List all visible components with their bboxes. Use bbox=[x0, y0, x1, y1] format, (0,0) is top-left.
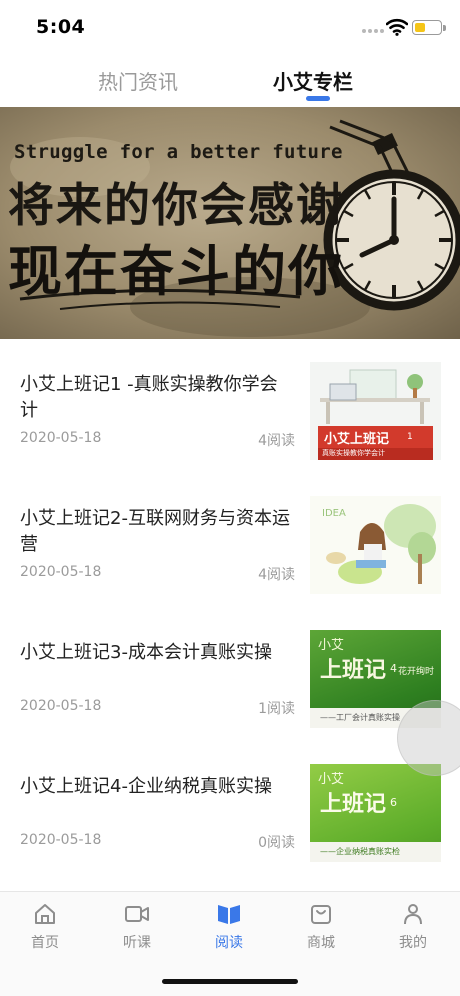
article-item[interactable]: 小艾上班记1 -真账实操教你学会计 2020-05-18 4阅读 小艾上班记 1… bbox=[0, 362, 460, 496]
tab-hot-news[interactable]: 热门资讯 bbox=[98, 66, 178, 95]
article-item[interactable]: 小艾上班记2-互联网财务与资本运营 2020-05-18 4阅读 IDEA bbox=[0, 496, 460, 630]
battery-cap bbox=[443, 25, 446, 31]
status-bar: 5:04 bbox=[0, 0, 460, 56]
article-date: 2020-05-18 bbox=[20, 430, 102, 446]
banner-english-slogan: Struggle for a better future bbox=[14, 141, 343, 163]
article-date: 2020-05-18 bbox=[20, 832, 102, 848]
status-time: 5:04 bbox=[36, 16, 86, 38]
thumb-title: 上班记 bbox=[320, 658, 387, 683]
thumb-title: 小艾上班记 bbox=[324, 432, 390, 447]
thumb-subtitle: ——企业纳税真账实检 bbox=[320, 847, 400, 856]
article-title: 小艾上班记4-企业纳税真账实操 bbox=[20, 776, 272, 797]
home-indicator[interactable] bbox=[162, 979, 298, 984]
thumb-extra: 花开绚时 bbox=[398, 667, 435, 677]
tab-xiaoai-column[interactable]: 小艾专栏 bbox=[273, 66, 353, 95]
article-thumbnail: 小艾 上班记 6 ——企业纳税真账实检 bbox=[310, 764, 441, 862]
thumb-title: 上班记 bbox=[320, 792, 387, 817]
cellular-signal-icon bbox=[362, 29, 384, 35]
shopping-bag-icon bbox=[311, 905, 331, 924]
article-thumbnail: IDEA bbox=[310, 496, 441, 594]
article-read-count: 4阅读 bbox=[258, 433, 295, 449]
nav-label: 我的 bbox=[399, 935, 427, 951]
video-camera-icon bbox=[125, 906, 149, 922]
battery-icon bbox=[412, 20, 442, 35]
banner[interactable]: Struggle for a better future 将来的你会感谢 现在奋… bbox=[0, 107, 460, 339]
nav-label: 商城 bbox=[307, 935, 335, 951]
banner-line2: 现在奋斗的你 bbox=[8, 240, 344, 303]
nav-item-reading[interactable]: 阅读 bbox=[199, 902, 259, 956]
nav-item-store[interactable]: 商城 bbox=[291, 902, 351, 956]
thumb-top-label: 小艾 bbox=[318, 772, 345, 787]
article-read-count: 0阅读 bbox=[258, 835, 295, 851]
article-date: 2020-05-18 bbox=[20, 564, 102, 580]
thumb-subtitle: ——工厂会计真账实操 bbox=[320, 713, 400, 722]
thumb-subtitle: 真账实操教你学会计 bbox=[322, 449, 385, 457]
nav-item-courses[interactable]: 听课 bbox=[107, 902, 167, 956]
nav-label: 听课 bbox=[123, 935, 151, 951]
article-title: 小艾上班记1 -真账实操教你学会计 bbox=[20, 374, 278, 421]
banner-line1: 将来的你会感谢 bbox=[8, 178, 344, 232]
thumb-top-label: 小艾 bbox=[318, 638, 345, 653]
article-item[interactable]: 小艾上班记4-企业纳税真账实操 2020-05-18 0阅读 小艾 上班记 6 … bbox=[0, 764, 460, 898]
open-book-icon bbox=[218, 905, 240, 924]
thumb-number: 1 bbox=[407, 432, 413, 442]
nav-item-mine[interactable]: 我的 bbox=[383, 902, 443, 956]
article-read-count: 4阅读 bbox=[258, 567, 295, 583]
article-title: 小艾上班记3-成本会计真账实操 bbox=[20, 642, 272, 663]
girl-reading-illustration: IDEA bbox=[310, 496, 441, 594]
article-thumbnail: 小艾上班记 1 真账实操教你学会计 bbox=[310, 362, 441, 460]
article-date: 2020-05-18 bbox=[20, 698, 102, 714]
person-icon bbox=[404, 904, 422, 925]
svg-text:IDEA: IDEA bbox=[322, 508, 346, 519]
nav-label: 首页 bbox=[31, 935, 59, 951]
home-icon bbox=[35, 904, 55, 924]
article-item[interactable]: 小艾上班记3-成本会计真账实操 2020-05-18 1阅读 小艾 上班记 4 … bbox=[0, 630, 460, 764]
article-read-count: 1阅读 bbox=[258, 701, 295, 717]
nav-item-home[interactable]: 首页 bbox=[15, 902, 75, 956]
thumb-number: 6 bbox=[390, 796, 397, 809]
battery-level bbox=[414, 22, 425, 32]
app-screen: 5:04 热门资讯 小艾专栏 Struggle for a better fut… bbox=[0, 0, 460, 996]
article-title: 小艾上班记2-互联网财务与资本运营 bbox=[20, 508, 290, 555]
top-tabs: 热门资讯 小艾专栏 bbox=[0, 56, 460, 106]
active-tab-indicator bbox=[306, 96, 330, 101]
thumb-number: 4 bbox=[390, 662, 397, 675]
nav-label: 阅读 bbox=[215, 935, 243, 951]
wifi-icon bbox=[386, 18, 408, 36]
